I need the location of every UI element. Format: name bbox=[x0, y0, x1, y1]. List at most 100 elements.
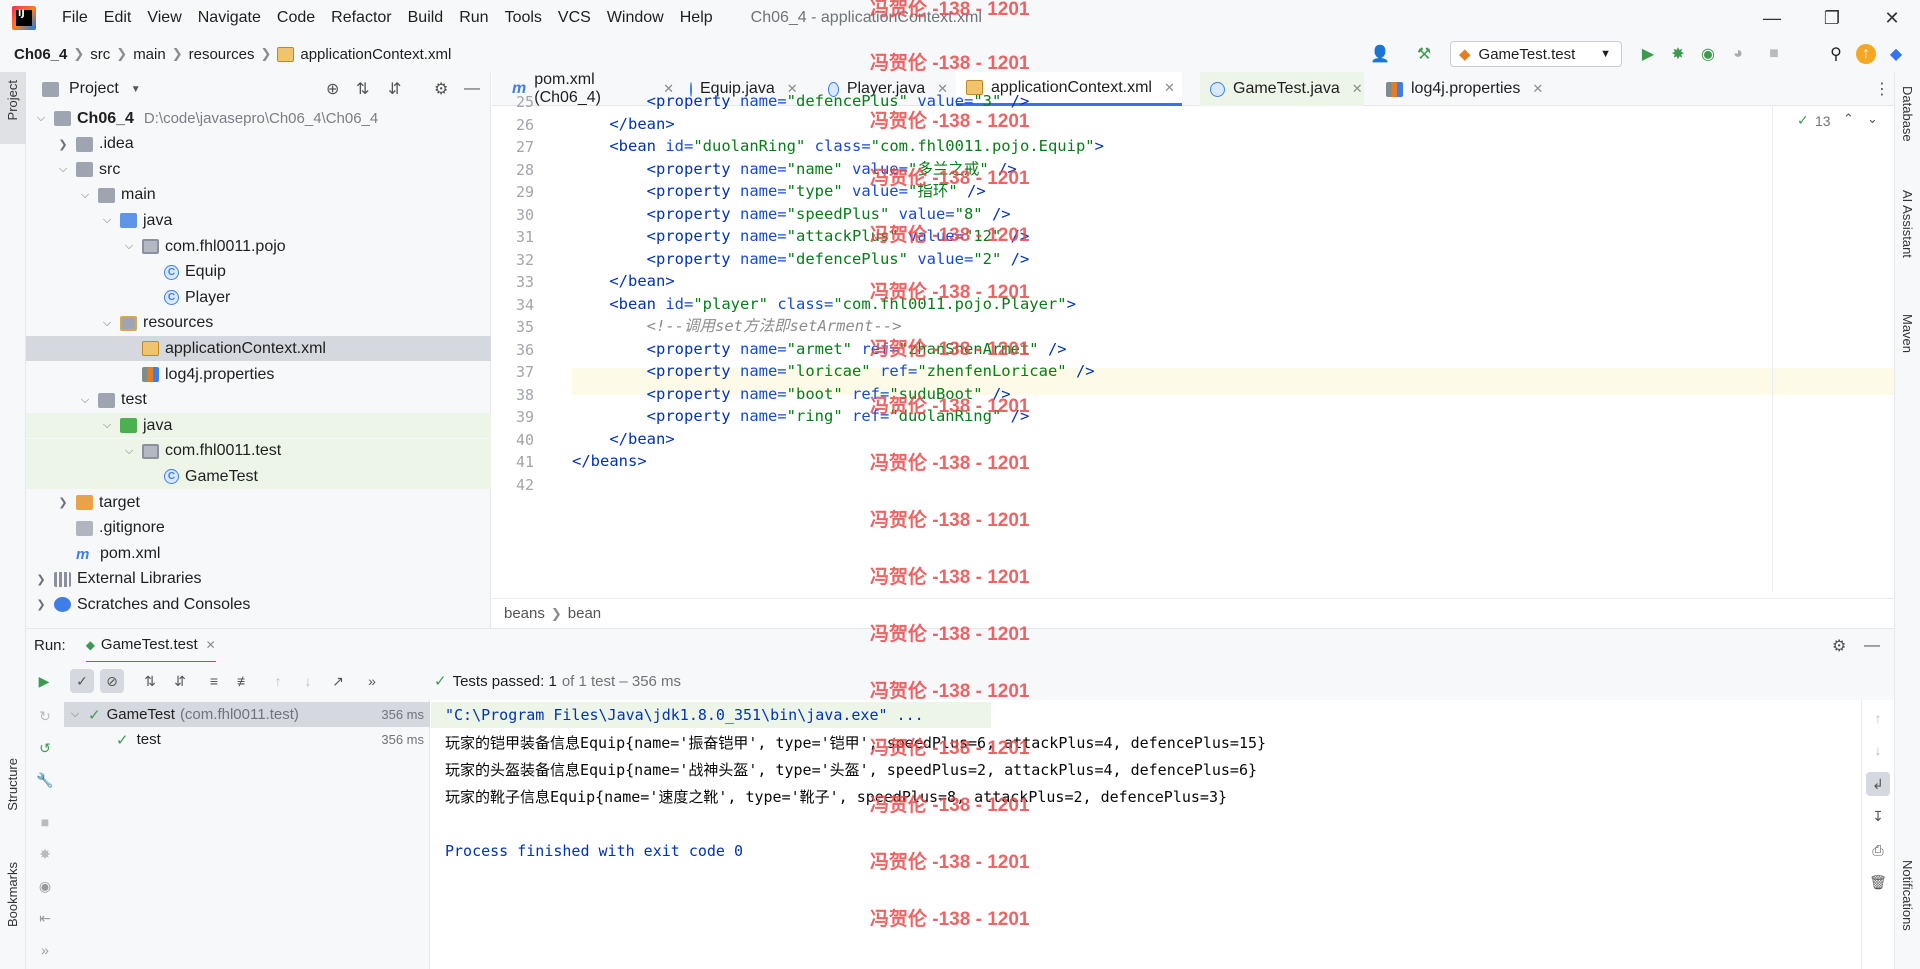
notifications-tool-label[interactable]: Notifications bbox=[1900, 860, 1915, 931]
menu-build[interactable]: Build bbox=[400, 9, 452, 27]
tab-gametest-java[interactable]: GameTest.java ✕ bbox=[1200, 72, 1364, 106]
tree-item[interactable]: ❯ External Libraries bbox=[26, 567, 491, 592]
menu-tools[interactable]: Tools bbox=[497, 9, 550, 27]
tree-item[interactable]: ⌵ test bbox=[26, 388, 491, 413]
gear-icon[interactable]: ⚙ bbox=[1832, 636, 1846, 656]
close-window-button[interactable]: ✕ bbox=[1864, 0, 1920, 36]
chevron-up-icon[interactable]: ⌃ bbox=[1843, 111, 1854, 127]
search-icon[interactable]: ⚲ bbox=[1826, 44, 1846, 64]
export-icon[interactable]: ↗ bbox=[326, 669, 350, 693]
tree-item[interactable]: ⌵ com.fhl0011.test bbox=[26, 438, 491, 464]
run-configuration-select[interactable]: ◆ GameTest.test ▼ bbox=[1450, 41, 1622, 67]
scroll-to-end-icon[interactable]: ↧ bbox=[1866, 804, 1890, 828]
arrow-up-icon[interactable]: ↑ bbox=[1866, 706, 1890, 730]
hide-panel-icon[interactable]: — bbox=[464, 80, 480, 98]
expand-all-icon[interactable]: ≡ bbox=[202, 669, 226, 693]
tree-item[interactable]: ⌵ main bbox=[26, 183, 491, 208]
chevron-right-icon[interactable]: ❯ bbox=[34, 573, 48, 586]
gear-icon[interactable]: ⚙ bbox=[434, 79, 448, 99]
tree-item[interactable]: C GameTest bbox=[26, 464, 491, 490]
arrow-down-icon[interactable]: ↓ bbox=[1866, 738, 1890, 762]
tree-item[interactable]: ⌵ Ch06_4 D:\code\javasepro\Ch06_4\Ch06_4 bbox=[26, 106, 491, 131]
tab-log4j-properties[interactable]: log4j.properties ✕ bbox=[1376, 72, 1546, 106]
chevron-right-icon[interactable]: ❯ bbox=[34, 598, 48, 611]
toggle-auto-test-icon[interactable]: ↺ bbox=[33, 736, 57, 760]
project-tool-label[interactable]: Project bbox=[5, 80, 20, 120]
chevron-down-icon[interactable]: ⌵ bbox=[34, 112, 48, 125]
chevron-down-icon[interactable]: ⌵ bbox=[122, 240, 136, 253]
chevron-down-icon[interactable]: ⌄ bbox=[1867, 111, 1878, 127]
stop-icon[interactable]: ■ bbox=[1764, 44, 1784, 64]
coverage-icon[interactable]: ◉ bbox=[1698, 44, 1718, 64]
menu-navigate[interactable]: Navigate bbox=[190, 9, 269, 27]
menu-help[interactable]: Help bbox=[672, 9, 721, 27]
chevron-down-icon[interactable]: ⌵ bbox=[68, 708, 82, 721]
chevron-down-icon[interactable]: ⌵ bbox=[100, 214, 114, 227]
close-icon[interactable]: ✕ bbox=[1352, 81, 1363, 97]
more-icon[interactable]: » bbox=[33, 938, 57, 962]
user-icon[interactable]: 👤 bbox=[1370, 44, 1390, 64]
stop-icon[interactable]: ■ bbox=[33, 810, 57, 834]
menu-refactor[interactable]: Refactor bbox=[323, 9, 399, 27]
exit-icon[interactable]: ⇤ bbox=[33, 906, 57, 930]
close-icon[interactable]: ✕ bbox=[1532, 81, 1543, 97]
tree-item[interactable]: ⌵ src bbox=[26, 157, 491, 182]
maven-tool-label[interactable]: Maven bbox=[1900, 314, 1915, 353]
chevron-down-icon[interactable]: ⌵ bbox=[56, 163, 70, 176]
more-tabs-icon[interactable]: ⋮ bbox=[1874, 79, 1890, 99]
collapse-all-icon[interactable]: ⇵ bbox=[388, 79, 401, 99]
print-icon[interactable]: ⎙ bbox=[1866, 838, 1890, 862]
locate-icon[interactable]: ⊕ bbox=[326, 79, 339, 99]
show-ignored-icon[interactable]: ⊘ bbox=[100, 669, 124, 693]
chevron-right-icon[interactable]: ❯ bbox=[56, 138, 70, 151]
chevron-down-icon[interactable]: ⌵ bbox=[100, 317, 114, 330]
breadcrumb-file[interactable]: applicationContext.xml bbox=[300, 46, 451, 63]
menu-view[interactable]: View bbox=[139, 9, 189, 27]
tree-item[interactable]: applicationContext.xml bbox=[26, 336, 491, 362]
chevron-down-icon[interactable]: ⌵ bbox=[78, 189, 92, 202]
restore-button[interactable]: ❐ bbox=[1804, 0, 1860, 36]
run-icon[interactable]: ▶ bbox=[1638, 44, 1658, 64]
project-panel-title[interactable]: Project bbox=[69, 80, 119, 98]
arrow-down-icon[interactable]: ↓ bbox=[296, 669, 320, 693]
debug-icon[interactable]: ✸ bbox=[1668, 44, 1688, 64]
breadcrumb-src[interactable]: src bbox=[90, 46, 110, 63]
tree-item[interactable]: ❯ .idea bbox=[26, 132, 491, 157]
chevron-right-icon[interactable]: ❯ bbox=[56, 496, 70, 509]
console-output[interactable]: "C:\Program Files\Java\jdk1.8.0_351\bin\… bbox=[431, 700, 1861, 969]
tree-item[interactable]: ⌵ resources bbox=[26, 311, 491, 336]
expand-all-icon[interactable]: ⇅ bbox=[356, 79, 369, 99]
collapse-all-icon[interactable]: ≢ bbox=[232, 669, 256, 693]
arrow-up-icon[interactable]: ↑ bbox=[266, 669, 290, 693]
menu-edit[interactable]: Edit bbox=[96, 9, 140, 27]
menu-window[interactable]: Window bbox=[599, 9, 672, 27]
build-hammer-icon[interactable]: ⚒ bbox=[1414, 44, 1434, 64]
chevron-down-icon[interactable]: ⌵ bbox=[122, 445, 136, 458]
soft-wrap-icon[interactable]: ↲ bbox=[1866, 772, 1890, 796]
run-tab[interactable]: ◆ GameTest.test ✕ bbox=[85, 629, 216, 663]
rerun-icon[interactable]: ▶ bbox=[32, 669, 56, 693]
update-icon[interactable]: ↑ bbox=[1856, 44, 1876, 64]
tree-item[interactable]: .gitignore bbox=[26, 516, 491, 541]
bookmarks-tool-label[interactable]: Bookmarks bbox=[5, 862, 20, 927]
camera-icon[interactable]: ◉ bbox=[33, 874, 57, 898]
chevron-down-icon[interactable]: ⌵ bbox=[78, 394, 92, 407]
tree-item[interactable]: ⌵ java bbox=[26, 208, 491, 233]
hide-panel-icon[interactable]: — bbox=[1864, 637, 1880, 655]
code-editor[interactable]: <property name="defencePlus" value="3" /… bbox=[572, 92, 1772, 592]
wrench-icon[interactable]: 🔧 bbox=[33, 768, 57, 792]
chevron-down-icon[interactable]: ⌵ bbox=[100, 419, 114, 432]
more-icon[interactable]: » bbox=[360, 669, 384, 693]
show-passed-icon[interactable]: ✓ bbox=[70, 669, 94, 693]
menu-run[interactable]: Run bbox=[451, 9, 496, 27]
tree-item[interactable]: C Equip bbox=[26, 260, 491, 285]
tree-item[interactable]: C Player bbox=[26, 285, 491, 310]
menu-vcs[interactable]: VCS bbox=[550, 9, 599, 27]
structure-tool-label[interactable]: Structure bbox=[5, 758, 20, 811]
rerun-failed-icon[interactable]: ↻ bbox=[33, 704, 57, 728]
sort-duration-icon[interactable]: ⇵ bbox=[168, 669, 192, 693]
menu-file[interactable]: File bbox=[54, 9, 96, 27]
tree-item[interactable]: log4j.properties bbox=[26, 362, 491, 387]
trash-icon[interactable]: 🗑 bbox=[1866, 870, 1890, 894]
close-icon[interactable]: ✕ bbox=[1164, 80, 1175, 96]
